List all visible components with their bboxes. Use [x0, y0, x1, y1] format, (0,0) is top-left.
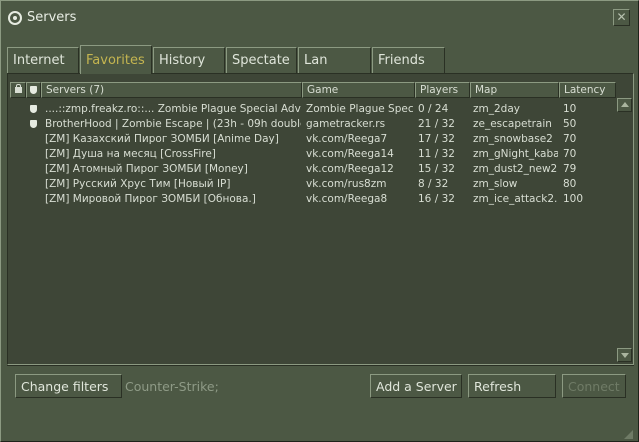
- server-map: zm_ice_attack2...: [473, 193, 558, 205]
- connect-button[interactable]: Connect: [562, 374, 626, 398]
- server-game: vk.com/Reega7: [306, 133, 388, 145]
- header-servers[interactable]: Servers (7): [41, 82, 302, 98]
- server-map: zm_2day: [473, 103, 520, 115]
- table-row[interactable]: [ZM] Душа на месяц [CrossFire] vk.com/Re…: [8, 147, 620, 162]
- shield-icon: [30, 86, 37, 94]
- server-players: 0 / 24: [418, 103, 449, 115]
- table-row[interactable]: [ZM] Казахский Пирог ЗОМБИ [Anime Day] v…: [8, 132, 620, 147]
- game-filter-text: Counter-Strike;: [125, 379, 219, 394]
- server-latency: 10: [563, 103, 577, 115]
- server-name: [ZM] Атомный Пирог ЗОМБИ [Money]: [45, 163, 248, 175]
- server-game: vk.com/Reega8: [306, 193, 388, 205]
- table-row[interactable]: ....::zmp.freakz.ro::... Zombie Plague S…: [8, 102, 620, 117]
- server-name: [ZM] Казахский Пирог ЗОМБИ [Anime Day]: [45, 133, 279, 145]
- server-game: vk.com/Reega14: [306, 148, 394, 160]
- server-game: vk.com/rus8zm: [306, 178, 387, 190]
- server-name: [ZM] Душа на месяц [CrossFire]: [45, 148, 216, 160]
- tab-internet[interactable]: Internet: [7, 47, 79, 73]
- server-players: 15 / 32: [418, 163, 455, 175]
- server-name: [ZM] Русский Хрус Тим [Новый IP]: [45, 178, 231, 190]
- server-map: ze_escapetrain: [473, 118, 552, 130]
- add-server-button[interactable]: Add a Server: [370, 374, 462, 398]
- header-map[interactable]: Map: [470, 82, 559, 98]
- arrow-up-icon: [621, 102, 629, 107]
- server-players: 16 / 32: [418, 193, 455, 205]
- tab-history[interactable]: History: [153, 47, 225, 73]
- secure-shield-icon: [30, 105, 37, 113]
- server-game: gametracker.rs: [306, 118, 386, 130]
- server-name: ....::zmp.freakz.ro::... Zombie Plague S…: [45, 103, 301, 115]
- secure-shield-icon: [30, 120, 37, 128]
- footer-divider: [7, 365, 634, 366]
- table-row[interactable]: [ZM] Атомный Пирог ЗОМБИ [Money] vk.com/…: [8, 162, 620, 177]
- server-rows: ....::zmp.freakz.ro::... Zombie Plague S…: [8, 102, 620, 207]
- window-title: Servers: [27, 10, 77, 25]
- arrow-down-icon: [621, 353, 629, 358]
- table-row[interactable]: BrotherHood | Zombie Escape | (23h - 09h…: [8, 117, 620, 132]
- lock-icon: [15, 84, 22, 93]
- server-latency: 70: [563, 133, 577, 145]
- header-secure[interactable]: [26, 82, 41, 98]
- scroll-down-button[interactable]: [617, 348, 632, 362]
- header-lock[interactable]: [10, 82, 26, 98]
- header-players[interactable]: Players: [415, 82, 470, 98]
- header-latency[interactable]: Latency: [559, 82, 616, 98]
- server-players: 8 / 32: [418, 178, 449, 190]
- server-players: 17 / 32: [418, 133, 455, 145]
- server-map: zm_slow: [473, 178, 518, 190]
- column-headers: Servers (7) Game Players Map Latency: [8, 82, 625, 98]
- server-latency: 70: [563, 148, 577, 160]
- steam-icon: [8, 11, 22, 25]
- tab-friends[interactable]: Friends: [372, 47, 445, 73]
- vertical-scrollbar[interactable]: [617, 82, 632, 362]
- tab-favorites[interactable]: Favorites: [80, 45, 152, 74]
- server-map: zm_dust2_new2: [473, 163, 558, 175]
- server-latency: 79: [563, 163, 577, 175]
- tab-spectate[interactable]: Spectate: [226, 47, 297, 73]
- tab-lan[interactable]: Lan: [298, 47, 371, 73]
- header-game[interactable]: Game: [302, 82, 415, 98]
- server-latency: 80: [563, 178, 577, 190]
- server-name: [ZM] Мировой Пирог ЗОМБИ [Обнова.]: [45, 193, 256, 205]
- close-button[interactable]: ✕: [613, 9, 630, 26]
- server-list-panel: Servers (7) Game Players Map Latency ...…: [7, 73, 634, 365]
- table-row[interactable]: [ZM] Русский Хрус Тим [Новый IP] vk.com/…: [8, 177, 620, 192]
- table-row[interactable]: [ZM] Мировой Пирог ЗОМБИ [Обнова.] vk.co…: [8, 192, 620, 207]
- server-map: zm_gNight_kabal: [473, 148, 558, 160]
- refresh-button[interactable]: Refresh: [468, 374, 556, 398]
- server-players: 11 / 32: [418, 148, 455, 160]
- server-map: zm_snowbase2: [473, 133, 553, 145]
- server-game: vk.com/Reega12: [306, 163, 394, 175]
- server-game: Zombie Plague Speci...: [306, 103, 414, 115]
- server-latency: 100: [563, 193, 584, 205]
- server-name: BrotherHood | Zombie Escape | (23h - 09h…: [45, 118, 301, 130]
- scroll-up-button[interactable]: [617, 98, 632, 112]
- servers-window: Servers ✕ Internet Favorites History Spe…: [0, 0, 639, 442]
- server-latency: 50: [563, 118, 577, 130]
- server-players: 21 / 32: [418, 118, 455, 130]
- change-filters-button[interactable]: Change filters: [15, 374, 122, 398]
- resize-grip[interactable]: [623, 429, 633, 439]
- title-bar[interactable]: Servers ✕: [1, 1, 638, 35]
